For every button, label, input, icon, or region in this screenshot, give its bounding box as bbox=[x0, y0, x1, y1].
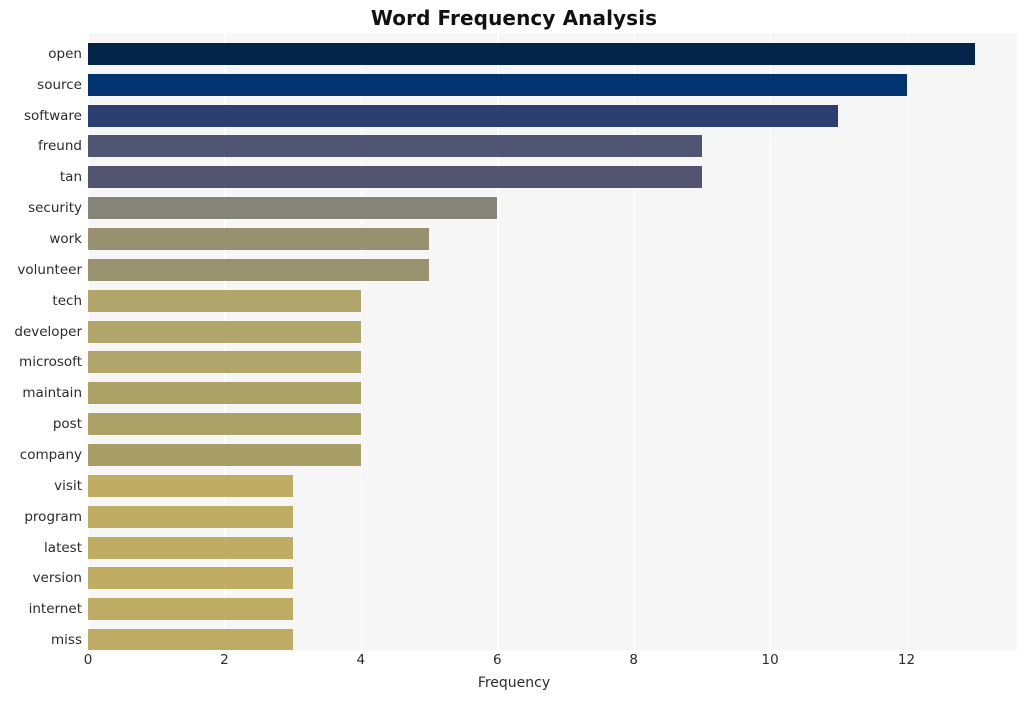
y-tick-label: work bbox=[49, 231, 82, 248]
bar[interactable] bbox=[88, 474, 293, 497]
bar[interactable] bbox=[88, 536, 293, 559]
y-tick-label: internet bbox=[28, 601, 82, 618]
y-tick-label: tech bbox=[52, 292, 82, 309]
chart-figure: Word Frequency Analysis open source softwa… bbox=[0, 0, 1028, 701]
bar[interactable] bbox=[88, 567, 293, 590]
y-tick-label: software bbox=[24, 107, 82, 124]
y-tick-label: open bbox=[48, 45, 82, 62]
bar[interactable] bbox=[88, 413, 361, 436]
y-tick-label: latest bbox=[44, 539, 82, 556]
y-axis-tick-labels: open source software freund tan security work v… bbox=[0, 33, 82, 650]
chart-title: Word Frequency Analysis bbox=[370, 6, 658, 30]
bar[interactable] bbox=[88, 351, 361, 374]
y-tick-label: visit bbox=[54, 477, 82, 494]
bar[interactable] bbox=[88, 505, 293, 528]
bar[interactable] bbox=[88, 598, 293, 621]
bar[interactable] bbox=[88, 166, 702, 189]
y-tick-label: program bbox=[24, 508, 82, 525]
y-tick-label: miss bbox=[51, 632, 82, 649]
y-tick-label: security bbox=[28, 200, 82, 217]
plot-area bbox=[88, 33, 1017, 650]
bar[interactable] bbox=[88, 73, 907, 96]
y-tick-label: microsoft bbox=[19, 354, 82, 371]
x-tick-label: 8 bbox=[629, 652, 638, 668]
y-tick-label: tan bbox=[59, 169, 82, 186]
x-tick-label: 10 bbox=[761, 652, 779, 668]
bar[interactable] bbox=[88, 135, 702, 158]
y-tick-label: maintain bbox=[22, 385, 82, 402]
bar[interactable] bbox=[88, 289, 361, 312]
y-tick-label: source bbox=[37, 76, 82, 93]
y-tick-label: developer bbox=[14, 323, 82, 340]
x-tick-label: 12 bbox=[897, 652, 916, 668]
y-tick-label: company bbox=[19, 446, 82, 463]
x-tick-label: 2 bbox=[220, 652, 229, 668]
bars-layer bbox=[88, 33, 1017, 650]
bar[interactable] bbox=[88, 258, 430, 281]
bar[interactable] bbox=[88, 629, 293, 650]
x-tick-label: 0 bbox=[83, 652, 93, 668]
y-tick-label: version bbox=[32, 570, 82, 587]
y-tick-label: volunteer bbox=[17, 261, 82, 278]
bar[interactable] bbox=[88, 42, 975, 65]
y-tick-label: post bbox=[52, 416, 82, 433]
bar[interactable] bbox=[88, 104, 839, 127]
bar[interactable] bbox=[88, 228, 430, 251]
bar[interactable] bbox=[88, 443, 361, 466]
x-axis-title: Frequency bbox=[477, 675, 551, 691]
y-tick-label: freund bbox=[38, 138, 82, 155]
x-tick-label: 6 bbox=[492, 652, 502, 668]
bar[interactable] bbox=[88, 197, 498, 220]
bar[interactable] bbox=[88, 320, 361, 343]
x-tick-label: 4 bbox=[356, 652, 366, 668]
bar[interactable] bbox=[88, 382, 361, 405]
x-axis-tick-labels: 0 2 4 6 8 10 12 bbox=[0, 652, 1028, 674]
